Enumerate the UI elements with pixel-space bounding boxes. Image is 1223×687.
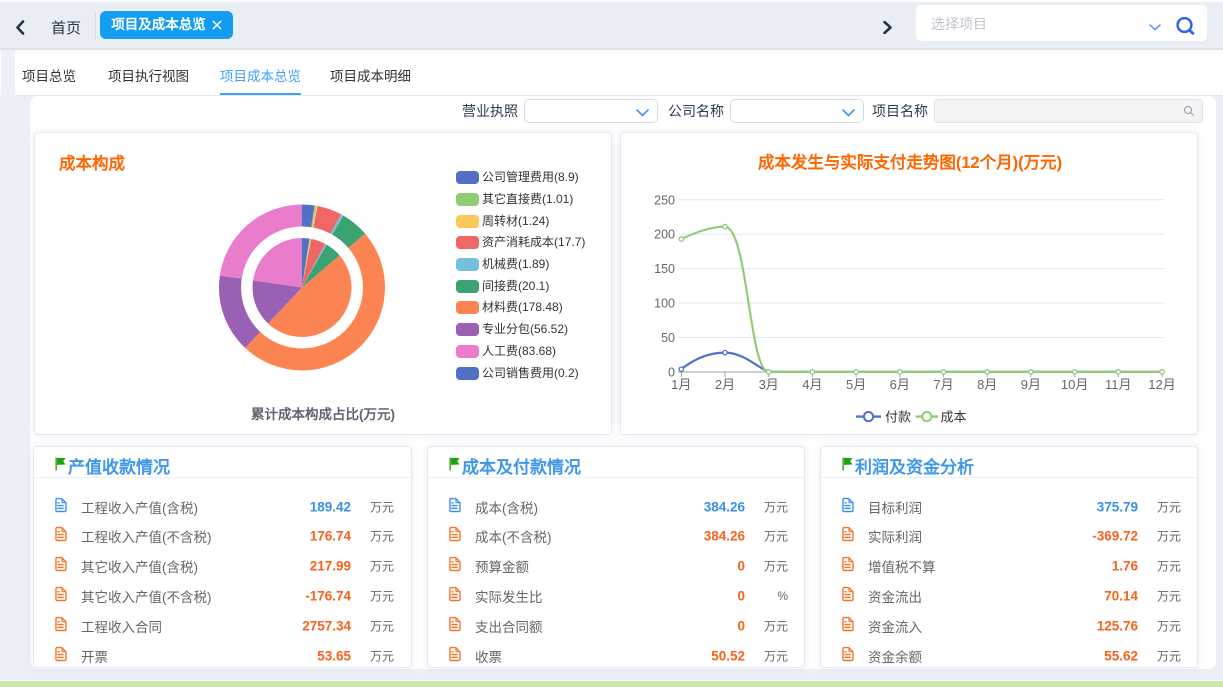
svg-text:4月: 4月	[802, 377, 822, 392]
svg-text:9月: 9月	[1021, 377, 1041, 392]
svg-text:11月: 11月	[1105, 377, 1132, 392]
svg-text:成本: 成本	[941, 409, 967, 424]
svg-text:6月: 6月	[890, 377, 910, 392]
svg-text:250: 250	[654, 193, 675, 207]
svg-text:150: 150	[654, 262, 675, 276]
svg-text:1月: 1月	[671, 377, 691, 392]
svg-text:8月: 8月	[977, 377, 997, 392]
svg-text:12月: 12月	[1148, 377, 1175, 392]
svg-text:50: 50	[661, 331, 675, 345]
svg-text:200: 200	[654, 228, 675, 242]
svg-text:3月: 3月	[759, 377, 779, 392]
svg-text:5月: 5月	[846, 377, 866, 392]
svg-text:付款: 付款	[885, 409, 911, 424]
svg-text:7月: 7月	[933, 377, 953, 392]
svg-text:2月: 2月	[715, 377, 735, 392]
svg-text:100: 100	[654, 297, 675, 311]
svg-text:10月: 10月	[1061, 377, 1088, 392]
